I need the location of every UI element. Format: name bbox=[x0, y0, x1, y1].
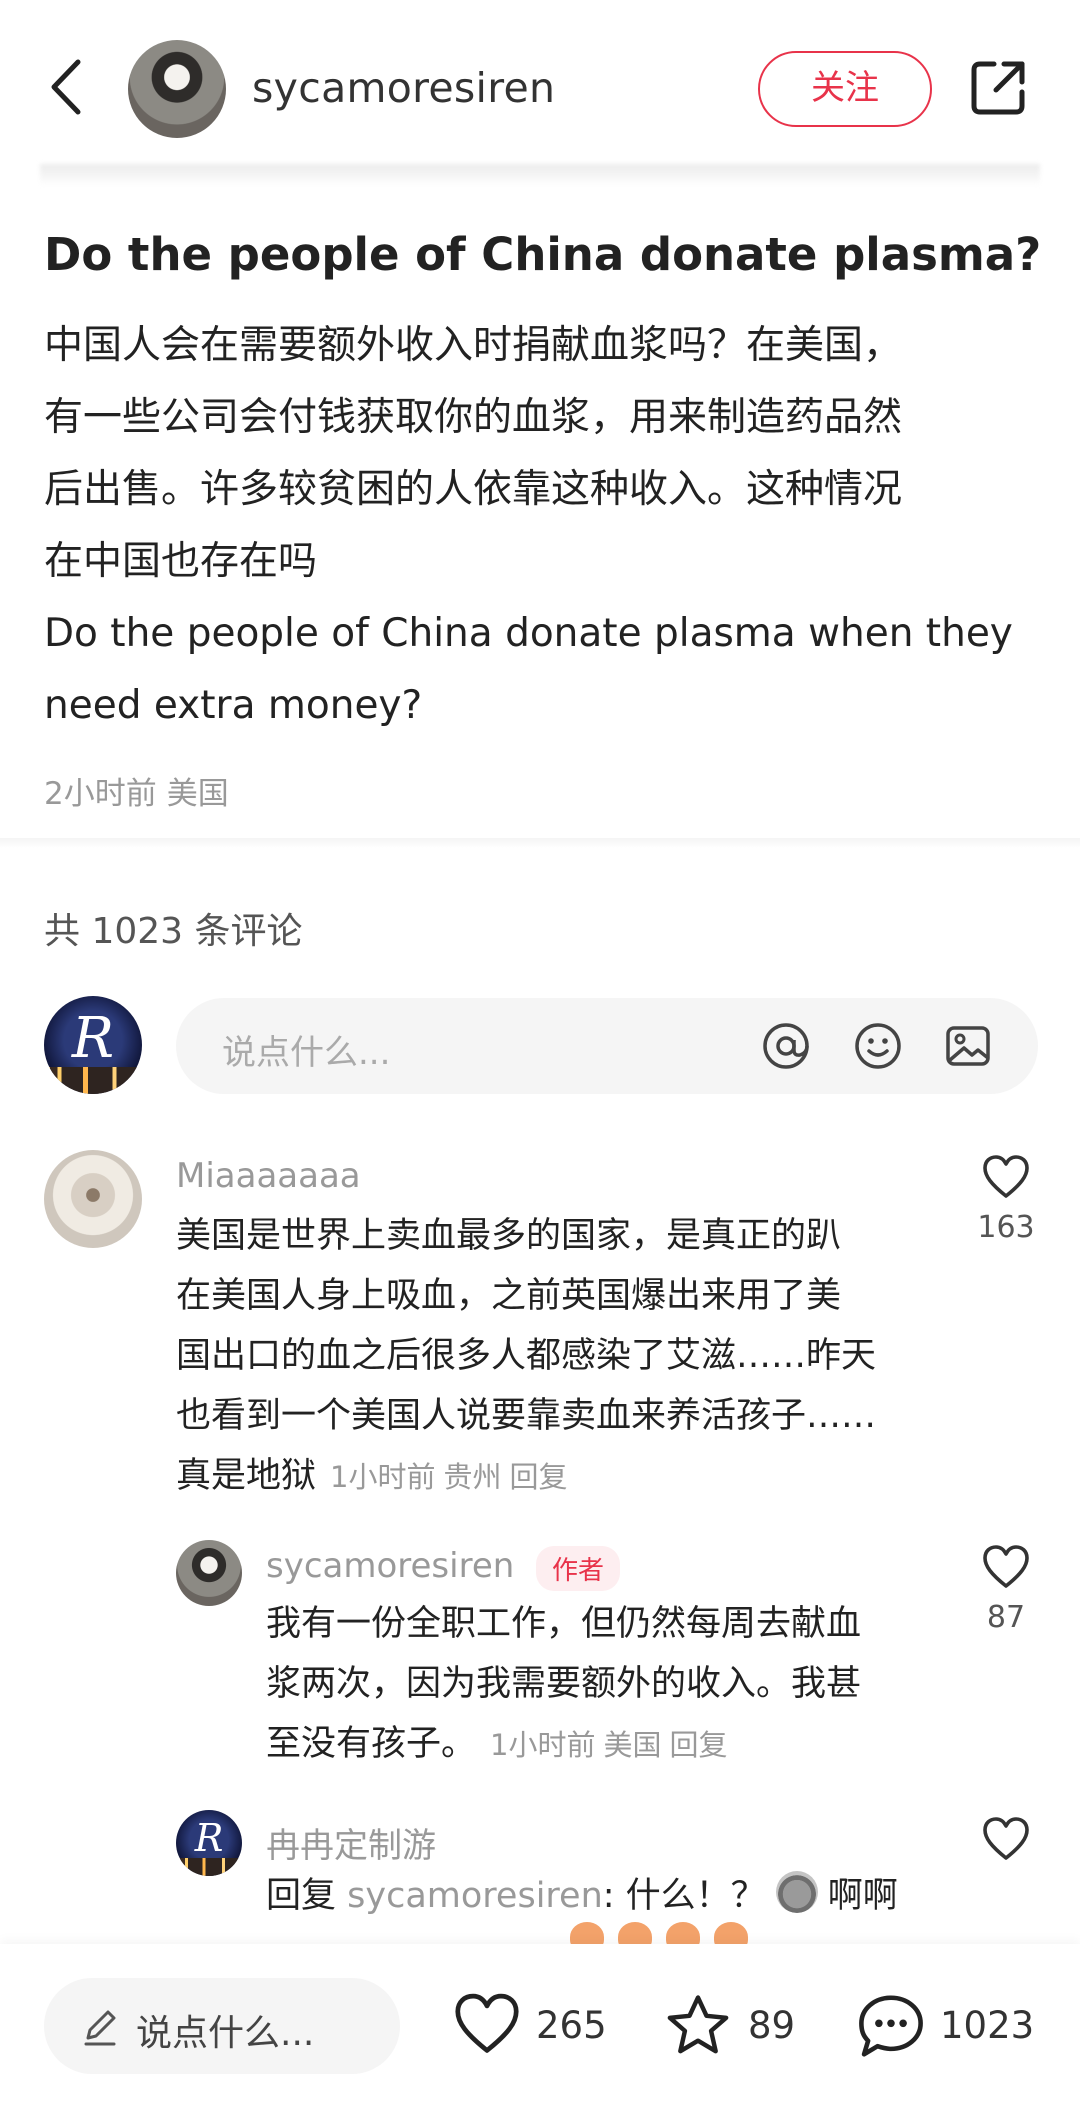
star-icon bbox=[667, 1995, 729, 2054]
chevron-left-icon bbox=[51, 59, 81, 115]
sad-face-emoji bbox=[775, 1871, 818, 1913]
comment-like-button[interactable]: 163 bbox=[966, 1154, 1046, 1245]
comment-location: 贵州 bbox=[443, 1460, 502, 1494]
header-divider bbox=[40, 164, 1040, 186]
heart-icon bbox=[983, 1545, 1029, 1588]
comment-count-bottom: 1023 bbox=[940, 2004, 1035, 2047]
comment-text[interactable]: 美国是世界上卖血最多的国家，是真正的趴 在美国人身上吸血，之前英国爆出来用了美 … bbox=[176, 1206, 876, 1507]
favorite-button[interactable]: 89 bbox=[664, 1988, 804, 2064]
post-meta: 2小时前 美国 bbox=[44, 768, 239, 813]
author-badge: 作者 bbox=[536, 1546, 621, 1591]
comment-input-placeholder: 说点什么... bbox=[222, 1033, 391, 1073]
comment-bubble-icon bbox=[859, 1995, 923, 2057]
heart-icon bbox=[455, 1993, 519, 2053]
heart-icon bbox=[983, 1155, 1029, 1198]
commenter-name[interactable]: Miaaaaaaa bbox=[176, 1156, 361, 1196]
comments-button[interactable]: 1023 bbox=[856, 1988, 1036, 2064]
comment-line: 真是地狱 1小时前 贵州 回复 bbox=[176, 1446, 876, 1507]
post-body: 中国人会在需要额外收入时捐献血浆吗？在美国， 有一些公司会付钱获取你的血浆，用来… bbox=[44, 310, 1044, 742]
my-avatar: R bbox=[44, 996, 142, 1094]
comment-line: 我有一份全职工作，但仍然每周去献血 bbox=[266, 1604, 862, 1644]
comment-line: 也看到一个美国人说要靠卖血来养活孩子…… bbox=[176, 1396, 877, 1436]
commenter-name[interactable]: sycamoresiren bbox=[266, 1546, 514, 1586]
section-divider bbox=[0, 838, 1080, 848]
image-icon[interactable] bbox=[942, 1020, 994, 1072]
author-avatar[interactable] bbox=[128, 40, 226, 138]
comment-line: 至没有孩子。 1小时前 美国 回复 bbox=[266, 1714, 861, 1775]
comment-line: 国出口的血之后很多人都感染了艾滋……昨天 bbox=[176, 1336, 877, 1376]
comment-meta: 1小时前 美国 回复 bbox=[490, 1728, 735, 1762]
at-icon[interactable] bbox=[760, 1020, 812, 1072]
commenter-name[interactable]: 冉冉定制游 bbox=[266, 1818, 436, 1867]
comment-like-button[interactable]: 87 bbox=[966, 1544, 1046, 1635]
post-location: 美国 bbox=[166, 776, 229, 812]
follow-button[interactable]: 关注 bbox=[758, 51, 932, 127]
avatar-city-lights bbox=[176, 1857, 242, 1876]
bottom-action-bar: 说点什么... 265 89 1023 bbox=[0, 1944, 1080, 2122]
like-button[interactable]: 265 bbox=[452, 1988, 612, 2064]
heart-icon bbox=[983, 1817, 1029, 1860]
avatar-logo: R bbox=[194, 1816, 224, 1860]
commenter-avatar[interactable] bbox=[176, 1540, 242, 1606]
share-icon bbox=[971, 61, 1025, 115]
reply-prefix: 回复 bbox=[266, 1876, 337, 1916]
share-button[interactable] bbox=[968, 58, 1028, 118]
author-name[interactable]: sycamoresiren bbox=[252, 64, 555, 112]
post-body-line: 在中国也存在吗 bbox=[44, 539, 318, 584]
comment-text[interactable]: 我有一份全职工作，但仍然每周去献血 浆两次，因为我需要额外的收入。我甚 至没有孩… bbox=[266, 1594, 861, 1775]
post-time: 2小时前 bbox=[44, 776, 157, 812]
back-button[interactable] bbox=[44, 52, 88, 122]
avatar-logo: R bbox=[71, 1006, 115, 1071]
reply-to-user[interactable]: sycamoresiren bbox=[347, 1876, 603, 1916]
comment-line: 在美国人身上吸血，之前英国爆出来用了美 bbox=[176, 1276, 842, 1316]
comment-like-button[interactable] bbox=[966, 1816, 1046, 1866]
post-body-line: 中国人会在需要额外收入时捐献血浆吗？在美国， bbox=[44, 323, 903, 368]
reply-text: : 什么！？ bbox=[602, 1876, 766, 1916]
comment-line: 回复 sycamoresiren: 什么！？ 啊啊 bbox=[266, 1866, 898, 1926]
bottom-comment-input[interactable]: 说点什么... bbox=[44, 1978, 400, 2074]
comment-time: 1小时前 bbox=[490, 1728, 596, 1762]
bottom-input-label: 说点什么... bbox=[136, 2013, 315, 2054]
comment-meta: 1小时前 贵州 回复 bbox=[330, 1460, 575, 1494]
favorite-count: 89 bbox=[748, 2004, 796, 2047]
commenter-avatar[interactable]: R bbox=[176, 1810, 242, 1876]
avatar-city-lights bbox=[44, 1066, 142, 1094]
comment-line: 浆两次，因为我需要额外的收入。我甚 bbox=[266, 1664, 862, 1704]
comment-location: 美国 bbox=[603, 1728, 662, 1762]
post-body-line: Do the people of China donate plasma whe… bbox=[44, 611, 1013, 656]
post-body-line: 后出售。许多较贫困的人依靠这种收入。这种情况 bbox=[44, 467, 903, 512]
post-title: Do the people of China donate plasma? bbox=[44, 228, 1042, 281]
reply-text-after: 啊啊 bbox=[827, 1876, 898, 1916]
comment-input[interactable]: 说点什么... bbox=[176, 998, 1038, 1094]
top-nav-bar: sycamoresiren 关注 bbox=[0, 0, 1080, 170]
comment-text[interactable]: 回复 sycamoresiren: 什么！？ 啊啊 bbox=[266, 1866, 898, 1926]
post-body-line: 有一些公司会付钱获取你的血浆，用来制造药品然 bbox=[44, 395, 903, 440]
emoji-icon[interactable] bbox=[852, 1020, 904, 1072]
pencil-icon bbox=[84, 2010, 116, 2046]
commenter-avatar[interactable] bbox=[44, 1150, 142, 1248]
comment-line-end: 至没有孩子。 bbox=[266, 1724, 477, 1764]
comment-line-end: 真是地狱 bbox=[176, 1456, 317, 1496]
comment-count: 共 1023 条评论 bbox=[44, 911, 303, 952]
comment-like-count: 87 bbox=[986, 1600, 1026, 1635]
post-body-line: need extra money? bbox=[44, 683, 423, 728]
reply-link[interactable]: 回复 bbox=[669, 1728, 727, 1762]
reply-link[interactable]: 回复 bbox=[509, 1460, 567, 1494]
like-count: 265 bbox=[536, 2004, 607, 2047]
comment-line: 美国是世界上卖血最多的国家，是真正的趴 bbox=[176, 1216, 842, 1256]
comment-time: 1小时前 bbox=[330, 1460, 436, 1494]
comment-like-count: 163 bbox=[977, 1210, 1035, 1245]
